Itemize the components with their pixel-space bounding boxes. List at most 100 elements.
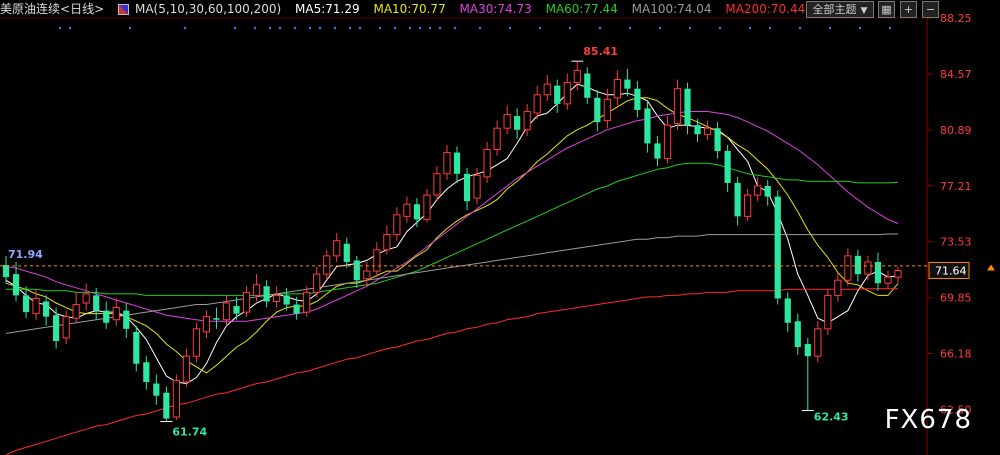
top-dot bbox=[858, 26, 862, 30]
ref-price-label: 71.94 bbox=[8, 248, 43, 261]
candle bbox=[383, 225, 391, 255]
candle-body bbox=[654, 143, 661, 159]
candle bbox=[814, 321, 822, 363]
top-dot bbox=[393, 26, 397, 30]
candle-body bbox=[423, 194, 431, 220]
candle bbox=[684, 82, 691, 135]
candle bbox=[443, 144, 451, 180]
candle-body bbox=[363, 270, 371, 280]
top-dot bbox=[418, 26, 422, 30]
candle-body bbox=[153, 383, 160, 396]
candle-body bbox=[192, 328, 201, 357]
candle-body bbox=[323, 255, 331, 275]
candle bbox=[594, 90, 601, 132]
candle bbox=[804, 337, 811, 411]
price-arrow-icon bbox=[987, 264, 995, 271]
candle-body bbox=[433, 173, 441, 196]
ma5-line bbox=[5, 83, 899, 385]
candle-body bbox=[613, 79, 621, 99]
candle bbox=[654, 135, 661, 167]
candle-body bbox=[814, 328, 822, 357]
top-dot bbox=[293, 26, 297, 30]
candles bbox=[2, 61, 902, 422]
candle-body bbox=[663, 124, 672, 160]
top-dot bbox=[888, 26, 892, 30]
moving-average-lines bbox=[5, 83, 899, 455]
candle-body bbox=[594, 97, 601, 123]
candle bbox=[103, 301, 110, 329]
candle bbox=[864, 255, 872, 281]
candle bbox=[22, 286, 30, 319]
candle-body bbox=[603, 98, 611, 122]
candle-body bbox=[703, 127, 712, 135]
high-label: 85.41 bbox=[583, 45, 618, 58]
ma100-line bbox=[5, 233, 898, 334]
top-dot bbox=[768, 26, 772, 30]
candle-body bbox=[233, 306, 240, 314]
candle-body bbox=[53, 315, 60, 341]
candle bbox=[483, 141, 491, 183]
candle-body bbox=[172, 380, 180, 418]
candle-body bbox=[894, 269, 902, 278]
candle bbox=[323, 249, 331, 281]
candle-body bbox=[443, 152, 451, 175]
candle bbox=[42, 295, 50, 326]
candle-body bbox=[483, 148, 491, 178]
candle bbox=[563, 73, 571, 110]
candle-body bbox=[163, 392, 170, 419]
top-dot bbox=[428, 26, 432, 30]
top-dot bbox=[438, 26, 442, 30]
candle bbox=[172, 374, 180, 421]
candle bbox=[784, 292, 791, 332]
candle bbox=[774, 190, 781, 305]
top-dot bbox=[233, 26, 237, 30]
top-dot bbox=[348, 26, 352, 30]
candle-body bbox=[573, 69, 581, 84]
candle bbox=[644, 100, 651, 153]
current-price-label: 71.64 bbox=[935, 264, 967, 277]
candle bbox=[133, 325, 140, 372]
zoom-out-button[interactable]: − bbox=[922, 1, 939, 18]
top-dot bbox=[688, 26, 692, 30]
top-dot bbox=[358, 26, 362, 30]
top-dot bbox=[748, 26, 752, 30]
candle-body bbox=[844, 255, 852, 281]
grid-icon: ▦ bbox=[881, 3, 892, 16]
candle bbox=[163, 386, 170, 422]
candle-body bbox=[353, 260, 360, 281]
theme-select[interactable]: 全部主题 ▼ bbox=[806, 1, 874, 18]
candle-body bbox=[694, 125, 701, 135]
candle-body bbox=[624, 79, 631, 89]
candle-body bbox=[824, 294, 832, 330]
ma200-value: MA200:70.44 bbox=[725, 2, 806, 16]
candle-body bbox=[93, 295, 100, 311]
candle-body bbox=[734, 182, 741, 217]
top-dot bbox=[183, 26, 187, 30]
candle bbox=[663, 116, 672, 164]
low-right-label: 62.43 bbox=[814, 410, 849, 423]
candle-body bbox=[744, 194, 752, 217]
candle-body bbox=[854, 255, 862, 275]
top-dot bbox=[828, 26, 832, 30]
candle-body bbox=[62, 316, 70, 339]
candle bbox=[413, 198, 421, 227]
candle-body bbox=[143, 362, 150, 383]
grid-toggle-button[interactable]: ▦ bbox=[878, 1, 895, 18]
candle-body bbox=[72, 304, 80, 319]
indicator-settings-icon[interactable] bbox=[117, 4, 129, 15]
candle-body bbox=[182, 355, 191, 383]
candle-body bbox=[333, 240, 341, 257]
top-dot bbox=[278, 26, 282, 30]
candle bbox=[403, 196, 411, 223]
candle-body bbox=[283, 295, 290, 305]
candle bbox=[272, 286, 281, 308]
candle bbox=[554, 79, 561, 113]
candle-body bbox=[202, 316, 211, 333]
top-dot bbox=[378, 26, 382, 30]
candle bbox=[373, 242, 381, 278]
candle-body bbox=[103, 310, 110, 323]
zoom-in-button[interactable]: + bbox=[900, 1, 917, 18]
candle-body bbox=[714, 128, 721, 151]
top-dot bbox=[408, 26, 412, 30]
candle-body bbox=[343, 243, 350, 262]
